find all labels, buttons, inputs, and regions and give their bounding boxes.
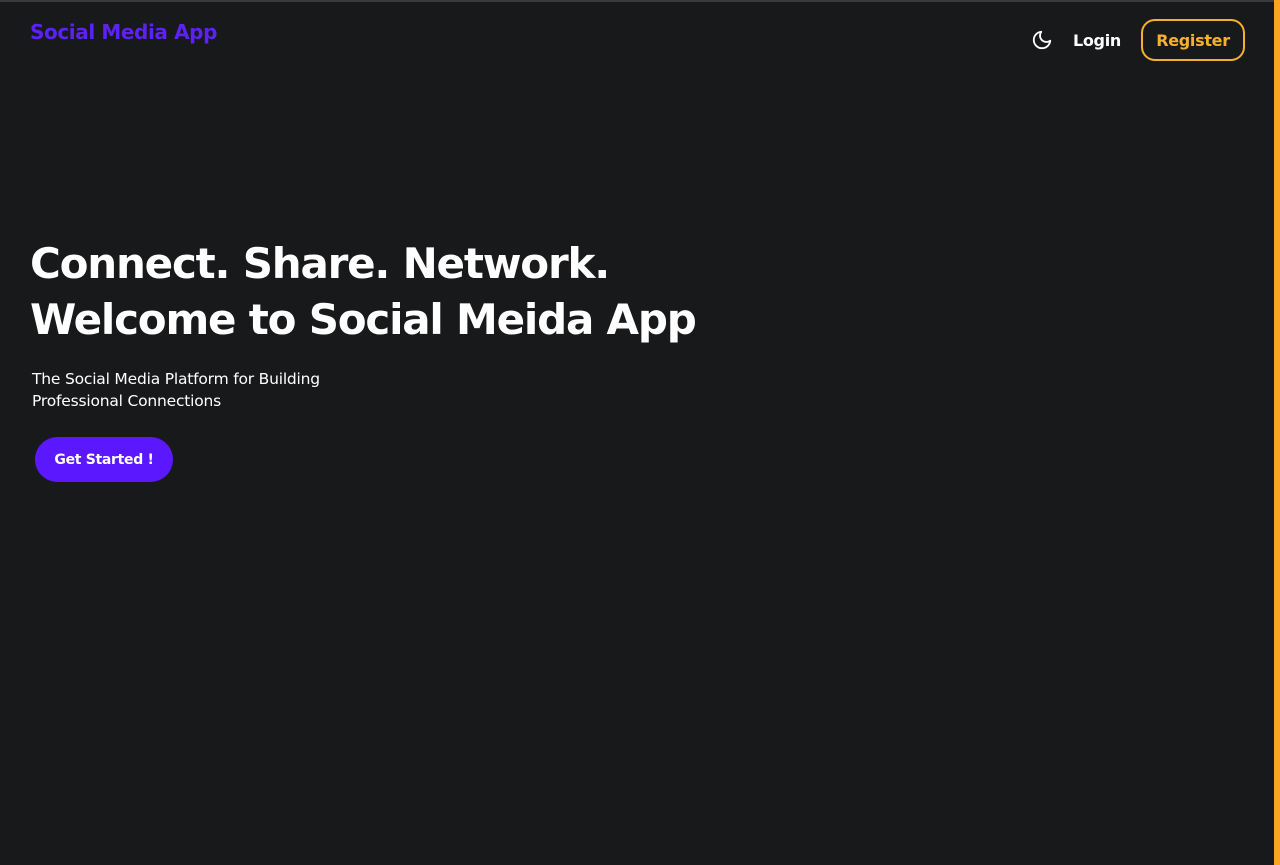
- hero-title: Connect. Share. Network. Welcome to Soci…: [30, 236, 730, 348]
- register-button[interactable]: Register: [1141, 19, 1245, 61]
- hero-section: Connect. Share. Network. Welcome to Soci…: [30, 236, 730, 482]
- nav-actions: Login Register: [1029, 19, 1245, 61]
- moon-icon: [1032, 30, 1052, 50]
- hero-title-line-2: Welcome to Social Meida App: [30, 295, 697, 344]
- theme-toggle-button[interactable]: [1029, 27, 1055, 53]
- hero-subtitle: The Social Media Platform for Building P…: [32, 370, 320, 410]
- get-started-button[interactable]: Get Started !: [35, 437, 173, 482]
- scrollbar[interactable]: [1274, 0, 1280, 865]
- login-link[interactable]: Login: [1073, 31, 1121, 50]
- navbar: Social Media App Login Register: [0, 2, 1274, 80]
- brand-logo-text[interactable]: Social Media App: [30, 20, 217, 44]
- hero-title-line-1: Connect. Share. Network.: [30, 239, 610, 288]
